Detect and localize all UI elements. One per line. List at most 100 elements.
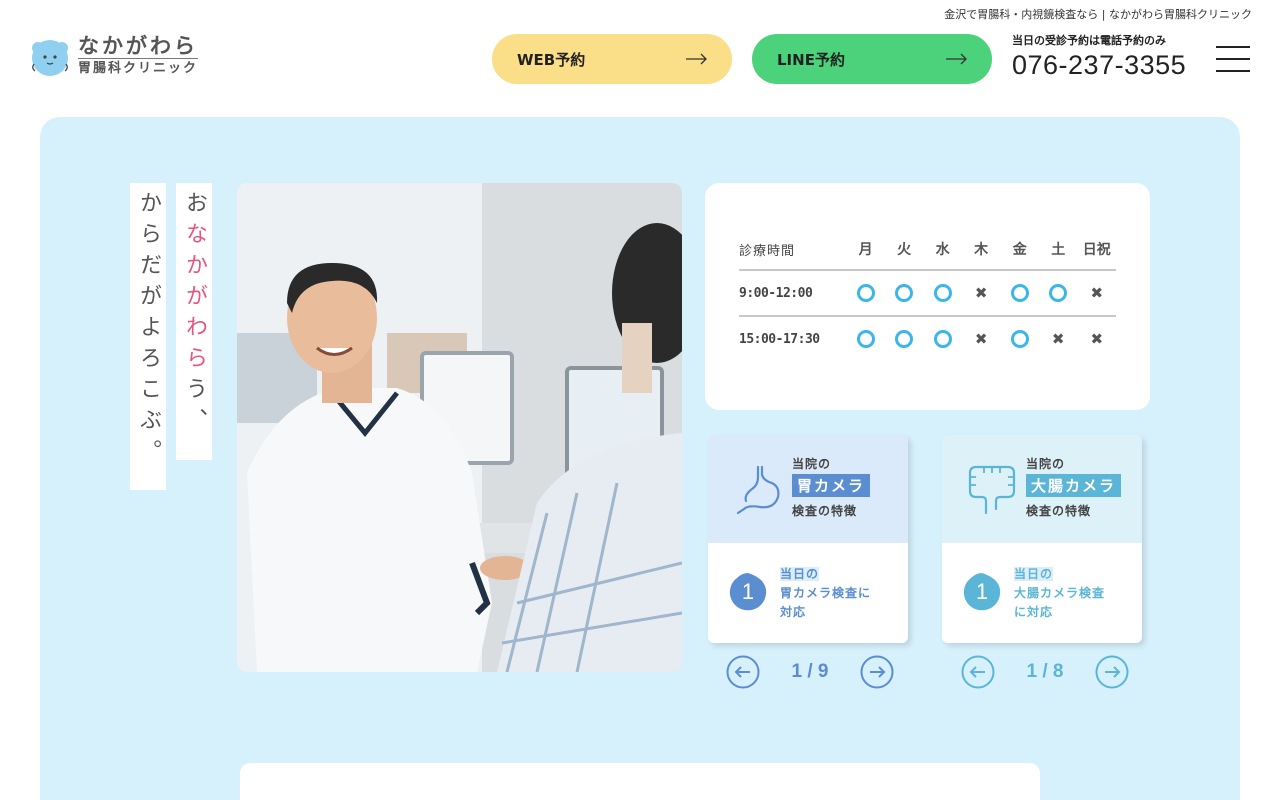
gastroscopy-pager: 1 / 9	[726, 655, 894, 689]
availability-cell: ✖	[1077, 283, 1116, 302]
catch-copy-col2: からだがよろこぶ。	[130, 183, 166, 490]
time-slot-label: 9:00-12:00	[739, 285, 813, 301]
available-circle-icon	[895, 284, 914, 302]
prev-button[interactable]	[961, 655, 995, 689]
arrow-right-icon	[946, 53, 967, 65]
web-reservation-button[interactable]: WEB予約	[492, 34, 732, 84]
card-pre-text: 当院の	[792, 457, 832, 471]
closed-cross-icon: ✖	[1051, 329, 1065, 348]
logo-subname: 胃腸科クリニック	[78, 58, 199, 78]
catch-text-highlight: なかがわら	[182, 222, 207, 377]
hamburger-icon	[1216, 70, 1250, 72]
phone-note: 当日の受診予約は電話予約のみ	[1012, 34, 1166, 47]
feature-number-badge: 1	[728, 572, 768, 612]
phone-contact: 当日の受診予約は電話予約のみ 076-237-3355	[1012, 32, 1186, 81]
availability-cell	[923, 284, 962, 302]
closed-cross-icon: ✖	[974, 329, 988, 348]
closed-cross-icon: ✖	[974, 283, 988, 302]
available-circle-icon	[933, 284, 952, 302]
feature-card-gastroscopy[interactable]: 当院の 胃カメラ 検査の特徴 1 当日の 胃カメラ検査に 対応	[708, 435, 908, 643]
hours-row-afternoon: 15:00-17:30 ✖ ✖ ✖	[739, 316, 1116, 362]
arrow-left-circle-icon	[961, 655, 995, 689]
availability-cell	[1000, 330, 1039, 348]
arrow-right-icon	[686, 53, 707, 65]
day-label: 日祝	[1082, 242, 1111, 258]
day-label: 月	[858, 242, 873, 258]
day-label: 金	[1012, 242, 1027, 258]
availability-cell	[885, 330, 924, 348]
availability-cell	[923, 330, 962, 348]
point-line: 大腸カメラ検査	[1014, 586, 1106, 600]
availability-cell	[846, 330, 885, 348]
available-circle-icon	[1049, 284, 1068, 302]
feature-point-text: 当日の 胃カメラ検査に 対応	[780, 565, 871, 622]
time-slot-label: 15:00-17:30	[739, 331, 820, 347]
hours-row-morning: 9:00-12:00 ✖ ✖	[739, 270, 1116, 316]
feature-number: 1	[975, 579, 989, 604]
available-circle-icon	[933, 330, 952, 348]
point-line: 当日の	[780, 567, 820, 581]
day-label: 水	[935, 242, 950, 258]
card-header: 当院の 胃カメラ 検査の特徴	[708, 435, 908, 543]
day-label: 土	[1051, 242, 1066, 258]
page-counter: 1 / 9	[791, 661, 829, 682]
next-button[interactable]	[1095, 655, 1129, 689]
availability-cell	[1039, 284, 1078, 302]
catch-text: う、	[182, 377, 207, 439]
point-line: に対応	[1014, 605, 1054, 619]
hours-header-label: 診療時間	[739, 243, 796, 259]
next-button[interactable]	[860, 655, 894, 689]
feature-number: 1	[741, 579, 755, 604]
card-header: 当院の 大腸カメラ 検査の特徴	[942, 435, 1142, 543]
hero-photo-doctor	[237, 183, 682, 672]
availability-cell: ✖	[1077, 329, 1116, 348]
line-reservation-label: LINE予約	[777, 50, 845, 69]
feature-number-badge: 1	[962, 572, 1002, 612]
closed-cross-icon: ✖	[1090, 283, 1104, 302]
feature-point-text: 当日の 大腸カメラ検査 に対応	[1014, 565, 1105, 622]
phone-number-link[interactable]: 076-237-3355	[1012, 50, 1186, 81]
news-panel	[240, 763, 1040, 800]
card-highlight-title: 胃カメラ	[792, 474, 871, 497]
clinic-logo[interactable]: なかがわら 胃腸科クリニック	[28, 34, 199, 78]
point-line: 当日の	[1014, 567, 1054, 581]
menu-button[interactable]	[1216, 44, 1250, 74]
availability-cell: ✖	[962, 283, 1001, 302]
availability-cell	[846, 284, 885, 302]
point-line: 胃カメラ検査に	[780, 586, 872, 600]
available-circle-icon	[895, 330, 914, 348]
hours-header-row: 診療時間 月 火 水 木 金 土 日祝	[739, 226, 1116, 272]
catch-copy-col1: おなかがわらう、	[176, 183, 212, 460]
feature-card-colonoscopy[interactable]: 当院の 大腸カメラ 検査の特徴 1 当日の 大腸カメラ検査 に対応	[942, 435, 1142, 643]
site-tagline: 金沢で胃腸科・内視鏡検査なら | なかがわら胃腸科クリニック	[944, 8, 1252, 21]
arrow-left-circle-icon	[726, 655, 760, 689]
availability-cell: ✖	[1039, 329, 1078, 348]
closed-cross-icon: ✖	[1090, 329, 1104, 348]
logo-name: なかがわら	[78, 34, 198, 58]
prev-button[interactable]	[726, 655, 760, 689]
stomach-icon	[736, 465, 780, 515]
point-line: 対応	[780, 605, 807, 619]
available-circle-icon	[1010, 284, 1029, 302]
clinic-hours-table: 診療時間 月 火 水 木 金 土 日祝 9:00-12:00 ✖ ✖ 15:00…	[705, 183, 1150, 410]
availability-cell	[1000, 284, 1039, 302]
web-reservation-label: WEB予約	[517, 50, 586, 69]
card-post-text: 検査の特徴	[792, 504, 858, 518]
card-highlight-title: 大腸カメラ	[1026, 474, 1122, 497]
arrow-right-circle-icon	[1095, 655, 1129, 689]
available-circle-icon	[856, 284, 875, 302]
intestine-icon	[968, 465, 1016, 515]
page-counter: 1 / 8	[1026, 661, 1064, 682]
hamburger-icon	[1216, 46, 1250, 48]
hamburger-icon	[1216, 58, 1250, 60]
available-circle-icon	[856, 330, 875, 348]
available-circle-icon	[1010, 330, 1029, 348]
day-label: 木	[974, 242, 989, 258]
colonoscopy-pager: 1 / 8	[961, 655, 1129, 689]
card-pre-text: 当院の	[1026, 457, 1066, 471]
line-reservation-button[interactable]: LINE予約	[752, 34, 992, 84]
arrow-right-circle-icon	[860, 655, 894, 689]
availability-cell: ✖	[962, 329, 1001, 348]
logo-mascot-icon	[32, 40, 68, 76]
catch-text: お	[182, 191, 207, 222]
